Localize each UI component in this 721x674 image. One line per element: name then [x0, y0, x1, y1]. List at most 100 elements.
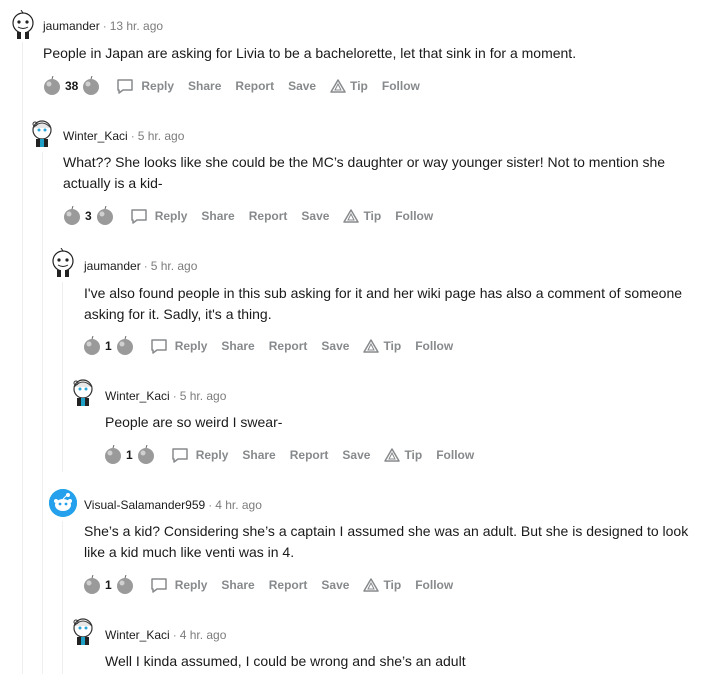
report-button[interactable]: Report [269, 339, 308, 353]
user-avatar[interactable] [48, 488, 78, 518]
thread-line[interactable] [62, 282, 63, 472]
snoo-avatar-icon [73, 618, 93, 645]
comment-meta: Visual-Salamander959 · 4 hr. ago [84, 496, 262, 514]
username[interactable]: jaumander [43, 19, 100, 33]
snoo-avatar-icon [32, 120, 52, 147]
upvote-icon[interactable] [42, 76, 62, 96]
reply-button[interactable]: Reply [129, 206, 187, 226]
upvote-icon[interactable] [82, 575, 102, 595]
save-button[interactable]: Save [301, 209, 329, 223]
user-avatar[interactable] [27, 118, 57, 148]
comment-meta: Winter_Kaci · 5 hr. ago [105, 387, 226, 405]
username[interactable]: Winter_Kaci [63, 129, 128, 143]
thread-line[interactable] [62, 521, 63, 674]
share-button[interactable]: Share [221, 578, 254, 592]
action-bar: 1 Reply Share Report Save Tip Follow [103, 444, 488, 466]
timestamp[interactable]: 13 hr. ago [110, 19, 163, 33]
comment-body: I've also found people in this sub askin… [84, 285, 683, 322]
reply-button[interactable]: Reply [149, 575, 207, 595]
downvote-icon[interactable] [81, 76, 101, 96]
downvote-icon[interactable] [115, 575, 135, 595]
action-bar: 1 Reply Share Report Save Tip Follow [82, 335, 467, 357]
tip-button[interactable]: Tip [343, 208, 381, 224]
tip-triangle-icon [384, 448, 401, 462]
thread-line[interactable] [42, 152, 43, 674]
tip-triangle-icon [330, 79, 346, 93]
snoo-avatar-icon [73, 379, 93, 406]
comment-bubble-icon [171, 448, 188, 463]
comment-meta: Winter_Kaci · 4 hr. ago [105, 626, 226, 644]
separator: · [208, 498, 213, 512]
comment-bubble-icon [130, 209, 147, 224]
separator: · [102, 19, 107, 33]
username[interactable]: Winter_Kaci [105, 389, 170, 403]
user-avatar[interactable] [68, 616, 98, 646]
comment-bubble-icon [150, 339, 167, 354]
tip-button[interactable]: Tip [363, 338, 401, 354]
tip-button[interactable]: Tip [384, 447, 422, 463]
follow-button[interactable]: Follow [415, 339, 453, 353]
vote-score: 1 [126, 448, 133, 462]
snoo-avatar-icon [12, 10, 34, 39]
comment-meta: jaumander · 13 hr. ago [43, 17, 163, 35]
comment-body: What?? She looks like she could be the M… [63, 154, 666, 191]
vote-score: 1 [105, 578, 112, 592]
downvote-icon[interactable] [136, 445, 156, 465]
reply-button[interactable]: Reply [115, 76, 174, 96]
tip-triangle-icon [343, 209, 360, 223]
share-button[interactable]: Share [242, 448, 275, 462]
comment-meta: jaumander · 5 hr. ago [84, 257, 197, 275]
snoo-default-avatar-icon [49, 489, 77, 517]
follow-button[interactable]: Follow [415, 578, 453, 592]
vote-score: 3 [85, 209, 92, 223]
save-button[interactable]: Save [321, 339, 349, 353]
tip-triangle-icon [363, 339, 380, 353]
user-avatar[interactable] [8, 10, 38, 40]
timestamp[interactable]: 4 hr. ago [215, 498, 262, 512]
save-button[interactable]: Save [321, 578, 349, 592]
timestamp[interactable]: 5 hr. ago [180, 389, 227, 403]
downvote-icon[interactable] [95, 206, 115, 226]
separator: · [143, 259, 148, 273]
action-bar: 3 Reply Share Report Save Tip Follow [62, 205, 447, 227]
follow-button[interactable]: Follow [436, 448, 474, 462]
upvote-icon[interactable] [82, 336, 102, 356]
timestamp[interactable]: 4 hr. ago [180, 628, 227, 642]
report-button[interactable]: Report [235, 79, 274, 93]
tip-button[interactable]: Tip [363, 577, 401, 593]
vote-score: 1 [105, 339, 112, 353]
upvote-icon[interactable] [62, 206, 82, 226]
user-avatar[interactable] [48, 248, 78, 278]
reply-button[interactable]: Reply [170, 445, 228, 465]
thread-line[interactable] [22, 42, 23, 674]
follow-button[interactable]: Follow [382, 79, 420, 93]
comment-meta: Winter_Kaci · 5 hr. ago [63, 127, 184, 145]
comment-bubble-icon [150, 578, 167, 593]
comment-body: She’s a kid? Considering she’s a captain… [84, 523, 689, 560]
report-button[interactable]: Report [249, 209, 288, 223]
share-button[interactable]: Share [188, 79, 221, 93]
timestamp[interactable]: 5 hr. ago [151, 259, 198, 273]
separator: · [130, 129, 135, 143]
comment-body: Well I kinda assumed, I could be wrong a… [105, 653, 466, 669]
upvote-icon[interactable] [103, 445, 123, 465]
report-button[interactable]: Report [290, 448, 329, 462]
timestamp[interactable]: 5 hr. ago [138, 129, 185, 143]
downvote-icon[interactable] [115, 336, 135, 356]
follow-button[interactable]: Follow [395, 209, 433, 223]
username[interactable]: Visual-Salamander959 [84, 498, 205, 512]
user-avatar[interactable] [68, 377, 98, 407]
username[interactable]: Winter_Kaci [105, 628, 170, 642]
username[interactable]: jaumander [84, 259, 141, 273]
share-button[interactable]: Share [221, 339, 254, 353]
snoo-avatar-icon [52, 248, 74, 277]
tip-triangle-icon [363, 578, 380, 592]
comment-body: People in Japan are asking for Livia to … [43, 45, 577, 61]
reply-button[interactable]: Reply [149, 336, 207, 356]
save-button[interactable]: Save [288, 79, 316, 93]
comment-body: People are so weird I swear- [105, 414, 283, 430]
tip-button[interactable]: Tip [330, 78, 368, 94]
share-button[interactable]: Share [201, 209, 234, 223]
save-button[interactable]: Save [342, 448, 370, 462]
report-button[interactable]: Report [269, 578, 308, 592]
